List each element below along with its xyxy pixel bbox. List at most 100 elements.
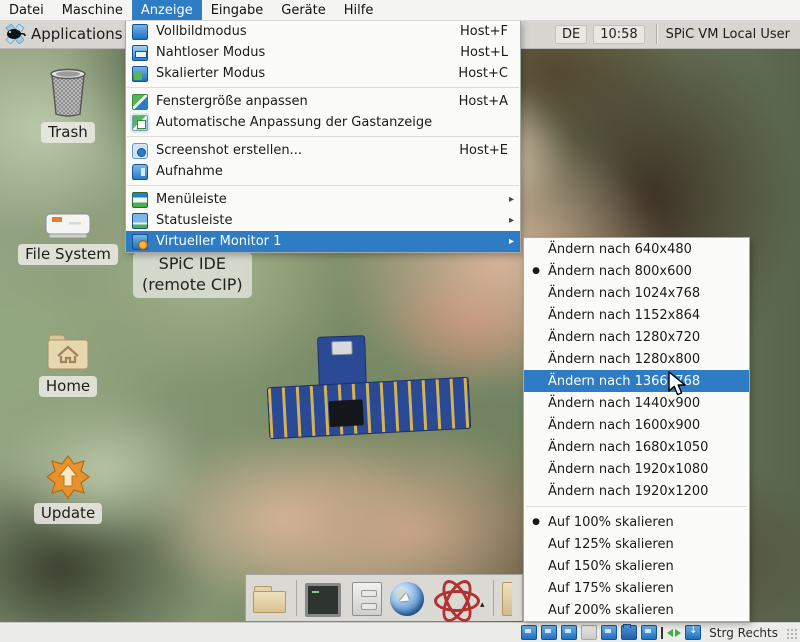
submenu-arrow-icon: ▸ [506,194,514,205]
virtual-monitor-icon [132,234,148,250]
spic-ide-label-line2: (remote CIP) [142,275,243,296]
virtualbox-menubar: Datei Maschine Anzeige Eingabe Geräte Hi… [0,0,800,21]
update-label: Update [34,503,102,524]
submenu-item-1920x1080[interactable]: Ändern nach 1920x1080 [524,458,749,480]
xfce-logo-icon [4,24,26,44]
desktop-icon-home[interactable]: Home [40,332,96,397]
submenu-label: Auf 100% skalieren [548,515,749,530]
menuitem-vollbildmodus[interactable]: Vollbildmodus Host+F [126,21,520,42]
menu-geraete[interactable]: Geräte [272,0,334,20]
dock-separator [296,580,297,616]
menuitem-virtueller-monitor-1[interactable]: Virtueller Monitor 1 ▸ [126,231,520,252]
hdd-status-icon[interactable] [521,625,537,640]
usb-status-icon[interactable] [581,625,597,640]
menu-maschine[interactable]: Maschine [53,0,132,20]
menuitem-statusleiste[interactable]: Statusleiste ▸ [126,210,520,231]
audio-status-icon[interactable] [561,625,577,640]
submenu-item-1280x720[interactable]: Ändern nach 1280x720 [524,326,749,348]
virtual-monitor-submenu: Ändern nach 640x480 ● Ändern nach 800x60… [523,237,750,622]
web-browser-icon[interactable] [390,582,424,616]
menuitem-skalierter-modus[interactable]: Skalierter Modus Host+C [126,63,520,84]
network-status-icon[interactable] [601,625,617,640]
atom-editor-icon[interactable] [432,580,476,616]
dock-dropdown-caret[interactable]: ▴ [480,600,485,610]
text-cursor-indicator [661,627,663,639]
taskbar-right-plugins: DE 10:58 SPiC VM Local User [552,20,800,48]
menuitem-label: Menüleiste [156,192,498,207]
menuitem-aufnahme[interactable]: Aufnahme [126,161,520,182]
submenu-item-scale-100[interactable]: ● Auf 100% skalieren [524,511,749,533]
submenu-label: Ändern nach 1366x768 [548,374,749,389]
menuitem-label: Screenshot erstellen... [156,143,451,158]
submenu-arrow-icon: ▸ [506,236,514,247]
menuitem-automatische-anpassung[interactable]: Automatische Anpassung der Gastanzeige [126,112,520,133]
dock-partial-icon[interactable] [502,582,512,616]
resize-grip[interactable] [786,628,798,640]
resize-window-icon [132,94,148,110]
trash-icon [47,68,89,118]
menuitem-fenstergroesse-anpassen[interactable]: Fenstergröße anpassen Host+A [126,91,520,112]
submenu-item-1280x800[interactable]: Ändern nach 1280x800 [524,348,749,370]
menuitem-shortcut: Host+F [460,24,508,39]
desktop-icon-update[interactable]: Update [40,455,96,524]
clock[interactable]: 10:58 [593,25,644,44]
scaled-mode-icon [132,66,148,82]
menu-separator [127,185,519,186]
menu-anzeige[interactable]: Anzeige [132,0,202,20]
menuitem-label: Fenstergröße anpassen [156,94,451,109]
submenu-item-scale-175[interactable]: Auf 175% skalieren [524,577,749,599]
submenu-separator [526,506,747,507]
terminal-icon[interactable] [305,583,341,617]
submenu-item-1024x768[interactable]: Ändern nach 1024x768 [524,282,749,304]
submenu-item-1600x900[interactable]: Ändern nach 1600x900 [524,414,749,436]
menu-eingabe[interactable]: Eingabe [202,0,273,20]
submenu-item-1680x1050[interactable]: Ändern nach 1680x1050 [524,436,749,458]
menuitem-shortcut: Host+A [459,94,508,109]
session-user-label[interactable]: SPiC VM Local User [666,27,800,42]
submenu-item-640x480[interactable]: Ändern nach 640x480 [524,238,749,260]
mouse-integration-icon[interactable] [667,626,681,639]
menu-datei[interactable]: Datei [0,0,53,20]
submenu-item-scale-125[interactable]: Auf 125% skalieren [524,533,749,555]
dock-panel: ▴ [245,574,523,621]
desktop-icon-file-system[interactable]: File System [26,212,110,265]
file-cabinet-icon[interactable] [352,582,382,616]
display-status-icon[interactable] [641,625,657,640]
optical-drive-status-icon[interactable] [541,625,557,640]
statusbar-icon [132,213,148,229]
submenu-label: Ändern nach 1680x1050 [548,440,749,455]
keyboard-layout-indicator[interactable]: DE [555,25,587,44]
submenu-item-1366x768[interactable]: Ändern nach 1366x768 [524,370,749,392]
menuitem-menueleiste[interactable]: Menüleiste ▸ [126,189,520,210]
menuitem-shortcut: Host+E [459,143,508,158]
menu-hilfe[interactable]: Hilfe [335,0,383,20]
submenu-item-1152x864[interactable]: Ändern nach 1152x864 [524,304,749,326]
submenu-label: Ändern nach 1152x864 [548,308,749,323]
applications-menu-button[interactable]: Applications [0,20,131,48]
desktop-icon-spic-ide[interactable]: SPiC IDE (remote CIP) [133,252,252,298]
submenu-item-scale-200[interactable]: Auf 200% skalieren [524,599,749,621]
submenu-item-800x600[interactable]: ● Ändern nach 800x600 [524,260,749,282]
menuitem-label: Skalierter Modus [156,66,450,81]
submenu-item-1920x1200[interactable]: Ändern nach 1920x1200 [524,480,749,502]
radio-bullet-selected: ● [524,517,548,527]
recording-icon [132,164,148,180]
shared-folders-status-icon[interactable] [621,625,637,640]
submenu-label: Ändern nach 1920x1080 [548,462,749,477]
menuitem-nahtloser-modus[interactable]: Nahtloser Modus Host+L [126,42,520,63]
submenu-label: Ändern nach 640x480 [548,242,749,257]
file-manager-icon[interactable] [252,580,288,616]
menuitem-label: Statusleiste [156,213,498,228]
auto-resize-guest-icon [132,115,148,131]
screenshot-icon [132,143,148,159]
submenu-label: Auf 150% skalieren [548,559,749,574]
submenu-item-1440x900[interactable]: Ändern nach 1440x900 [524,392,749,414]
submenu-item-scale-150[interactable]: Auf 150% skalieren [524,555,749,577]
desktop-icon-trash[interactable]: Trash [36,68,100,143]
menuitem-screenshot[interactable]: Screenshot erstellen... Host+E [126,140,520,161]
menuitem-label: Aufnahme [156,164,516,179]
menuitem-label: Vollbildmodus [156,24,452,39]
submenu-label: Ändern nach 1600x900 [548,418,749,433]
keyboard-capture-icon[interactable] [685,625,701,640]
virtualbox-window: Datei Maschine Anzeige Eingabe Geräte Hi… [0,0,800,642]
